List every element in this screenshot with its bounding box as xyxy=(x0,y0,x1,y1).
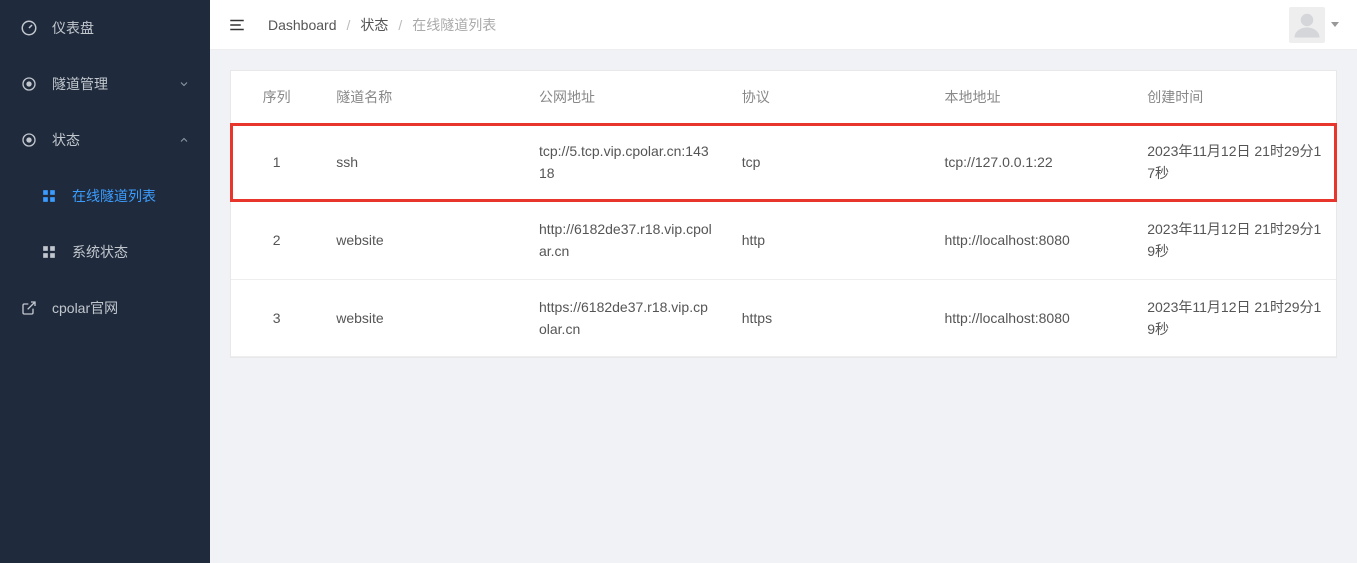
cell-pub: http://6182de37.r18.vip.cpolar.cn xyxy=(525,201,728,279)
dashboard-icon xyxy=(20,19,38,37)
cell-idx: 2 xyxy=(231,201,322,279)
cell-local: tcp://127.0.0.1:22 xyxy=(930,124,1133,202)
sidebar-label: 状态 xyxy=(52,130,80,150)
cell-name: website xyxy=(322,201,525,279)
sidebar: 仪表盘 隧道管理 状态 在线隧道列表 系统状态 cp xyxy=(0,0,210,563)
sidebar-item-system-status[interactable]: 系统状态 xyxy=(0,224,210,280)
th-idx: 序列 xyxy=(231,71,322,124)
cell-local: http://localhost:8080 xyxy=(930,279,1133,357)
chevron-up-icon xyxy=(178,134,190,146)
avatar-icon xyxy=(1289,7,1325,43)
sidebar-item-cpolar-site[interactable]: cpolar官网 xyxy=(0,280,210,336)
cell-idx: 3 xyxy=(231,279,322,357)
th-name: 隧道名称 xyxy=(322,71,525,124)
cell-proto: tcp xyxy=(728,124,931,202)
grid-icon xyxy=(40,243,58,261)
cell-proto: http xyxy=(728,201,931,279)
sidebar-item-online-tunnels[interactable]: 在线隧道列表 xyxy=(0,168,210,224)
tunnels-card: 序列 隧道名称 公网地址 协议 本地地址 创建时间 1sshtcp://5.tc… xyxy=(230,70,1337,358)
th-local: 本地地址 xyxy=(930,71,1133,124)
external-link-icon xyxy=(20,299,38,317)
breadcrumb: Dashboard / 状态 / 在线隧道列表 xyxy=(268,15,496,35)
user-menu[interactable] xyxy=(1289,7,1339,43)
table-row: 1sshtcp://5.tcp.vip.cpolar.cn:14318tcptc… xyxy=(231,124,1336,202)
cell-idx: 1 xyxy=(231,124,322,202)
circle-icon xyxy=(20,75,38,93)
cell-local: http://localhost:8080 xyxy=(930,201,1133,279)
menu-toggle-icon[interactable] xyxy=(228,16,246,34)
sidebar-label: 隧道管理 xyxy=(52,74,108,94)
cell-name: website xyxy=(322,279,525,357)
cell-proto: https xyxy=(728,279,931,357)
table-row: 3websitehttps://6182de37.r18.vip.cpolar.… xyxy=(231,279,1336,357)
th-proto: 协议 xyxy=(728,71,931,124)
cell-time: 2023年11月12日 21时29分19秒 xyxy=(1133,201,1336,279)
sidebar-label: 仪表盘 xyxy=(52,18,94,38)
main: Dashboard / 状态 / 在线隧道列表 序列 隧道名称 公网地址 协议 xyxy=(210,0,1357,563)
cell-pub: tcp://5.tcp.vip.cpolar.cn:14318 xyxy=(525,124,728,202)
sidebar-item-dashboard[interactable]: 仪表盘 xyxy=(0,0,210,56)
topbar: Dashboard / 状态 / 在线隧道列表 xyxy=(210,0,1357,50)
grid-icon xyxy=(40,187,58,205)
cell-time: 2023年11月12日 21时29分19秒 xyxy=(1133,279,1336,357)
sidebar-label: 在线隧道列表 xyxy=(72,186,156,206)
breadcrumb-status[interactable]: 状态 xyxy=(360,15,388,35)
tunnels-table: 序列 隧道名称 公网地址 协议 本地地址 创建时间 1sshtcp://5.tc… xyxy=(231,71,1336,357)
cell-pub: https://6182de37.r18.vip.cpolar.cn xyxy=(525,279,728,357)
th-time: 创建时间 xyxy=(1133,71,1336,124)
cell-time: 2023年11月12日 21时29分17秒 xyxy=(1133,124,1336,202)
breadcrumb-current: 在线隧道列表 xyxy=(412,15,496,35)
breadcrumb-sep: / xyxy=(347,17,351,33)
sidebar-label: 系统状态 xyxy=(72,242,128,262)
content: 序列 隧道名称 公网地址 协议 本地地址 创建时间 1sshtcp://5.tc… xyxy=(210,50,1357,378)
breadcrumb-sep: / xyxy=(398,17,402,33)
sidebar-label: cpolar官网 xyxy=(52,298,118,318)
sidebar-item-tunnel-mgmt[interactable]: 隧道管理 xyxy=(0,56,210,112)
th-pub: 公网地址 xyxy=(525,71,728,124)
breadcrumb-dashboard[interactable]: Dashboard xyxy=(268,17,337,33)
caret-down-icon xyxy=(1331,22,1339,27)
cell-name: ssh xyxy=(322,124,525,202)
circle-icon xyxy=(20,131,38,149)
table-row: 2websitehttp://6182de37.r18.vip.cpolar.c… xyxy=(231,201,1336,279)
sidebar-item-status[interactable]: 状态 xyxy=(0,112,210,168)
table-header-row: 序列 隧道名称 公网地址 协议 本地地址 创建时间 xyxy=(231,71,1336,124)
chevron-down-icon xyxy=(178,78,190,90)
